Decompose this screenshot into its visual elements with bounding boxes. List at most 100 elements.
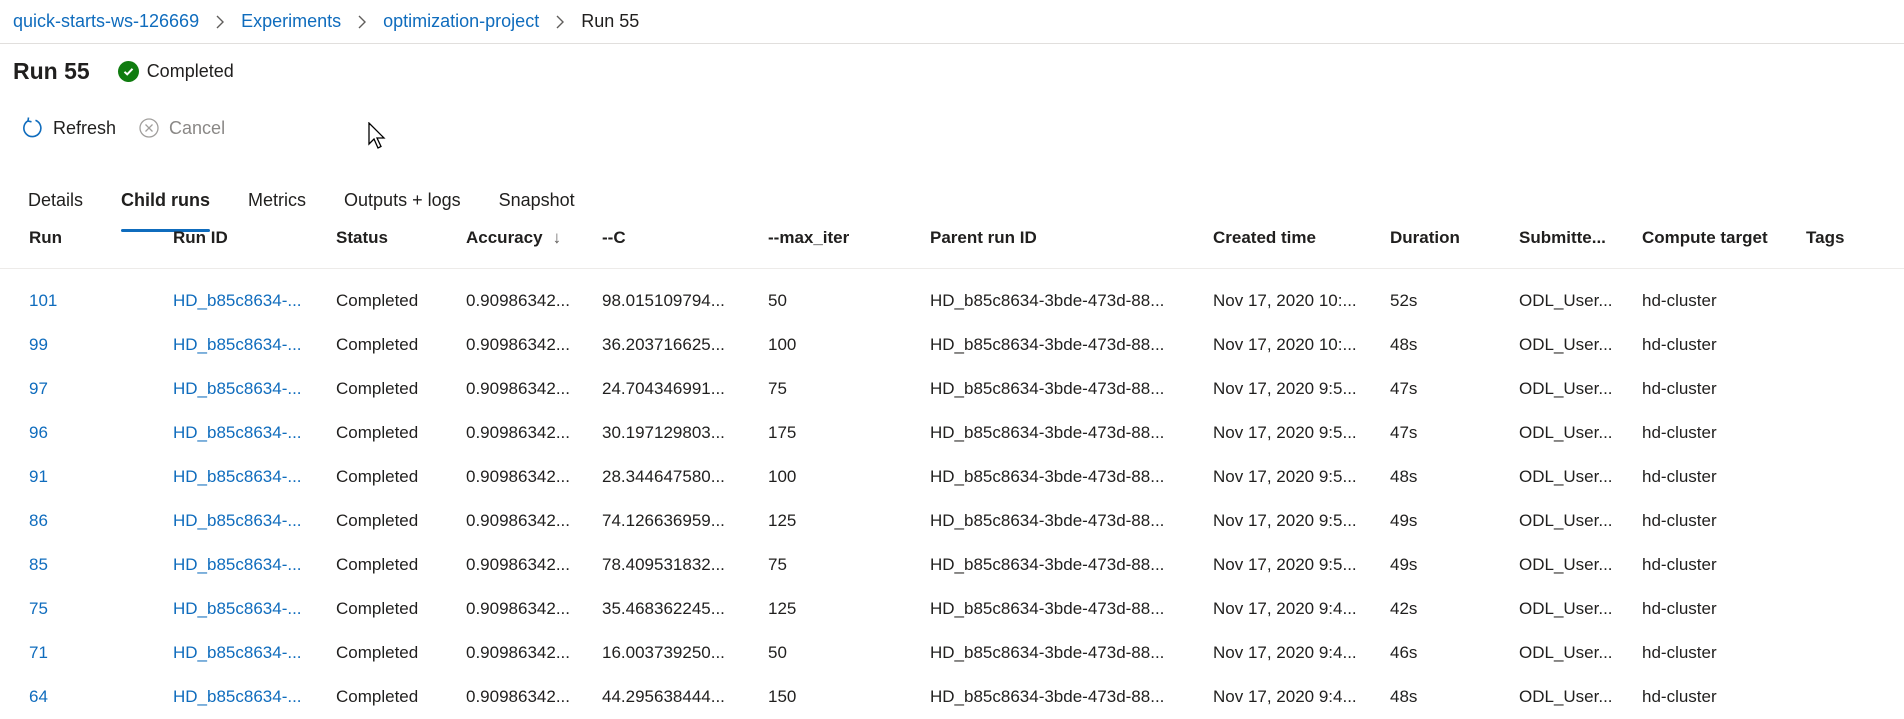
page-title: Run 55 (13, 58, 90, 84)
run-id-link[interactable]: HD_b85c8634-... (173, 367, 302, 411)
run-number-link[interactable]: 64 (29, 675, 48, 719)
parent-run-id-cell: HD_b85c8634-3bde-473d-88... (930, 511, 1165, 530)
accuracy-cell: 0.90986342... (466, 511, 570, 530)
run-number-link[interactable]: 97 (29, 367, 48, 411)
run-id-link[interactable]: HD_b85c8634-... (173, 675, 302, 719)
created-time-cell: Nov 17, 2020 9:5... (1213, 555, 1357, 574)
table-row[interactable]: 71 HD_b85c8634-... Completed 0.90986342... 1… (0, 631, 1904, 675)
toolbar: Refresh Cancel (20, 116, 247, 140)
created-time-cell: Nov 17, 2020 10:... (1213, 291, 1357, 310)
run-number-link[interactable]: 91 (29, 455, 48, 499)
cancel-icon (138, 117, 160, 139)
run-id-link[interactable]: HD_b85c8634-... (173, 323, 302, 367)
accuracy-cell: 0.90986342... (466, 379, 570, 398)
parent-run-id-cell: HD_b85c8634-3bde-473d-88... (930, 555, 1165, 574)
table-row[interactable]: 96 HD_b85c8634-... Completed 0.90986342... 3… (0, 411, 1904, 455)
run-number-link[interactable]: 101 (29, 279, 57, 323)
table-row[interactable]: 97 HD_b85c8634-... Completed 0.90986342... 2… (0, 367, 1904, 411)
created-time-cell: Nov 17, 2020 9:4... (1213, 643, 1357, 662)
column-header-duration[interactable]: Duration (1390, 226, 1460, 270)
refresh-button[interactable]: Refresh (20, 116, 116, 140)
run-number-link[interactable]: 86 (29, 499, 48, 543)
table-row[interactable]: 86 HD_b85c8634-... Completed 0.90986342... 7… (0, 499, 1904, 543)
run-id-link[interactable]: HD_b85c8634-... (173, 411, 302, 455)
submitted-by-cell: ODL_User... (1519, 687, 1613, 706)
column-header-c[interactable]: --C (602, 226, 626, 270)
breadcrumb-project-link[interactable]: optimization-project (383, 11, 539, 32)
run-number-link[interactable]: 71 (29, 631, 48, 675)
refresh-icon (20, 116, 44, 140)
duration-cell: 47s (1390, 379, 1418, 398)
c-value-cell: 16.003739250... (602, 643, 725, 662)
accuracy-cell: 0.90986342... (466, 687, 570, 706)
cancel-label: Cancel (169, 117, 226, 138)
duration-cell: 52s (1390, 291, 1418, 310)
compute-target-cell: hd-cluster (1642, 379, 1717, 398)
column-header-parent-run-id[interactable]: Parent run ID (930, 226, 1037, 270)
breadcrumb: quick-starts-ws-126669 Experiments optim… (0, 0, 1904, 44)
max-iter-cell: 75 (768, 555, 787, 574)
compute-target-cell: hd-cluster (1642, 555, 1717, 574)
accuracy-cell: 0.90986342... (466, 335, 570, 354)
title-row: Run 55 Completed (13, 58, 234, 85)
max-iter-cell: 100 (768, 335, 797, 354)
chevron-right-icon (555, 15, 565, 29)
column-header-accuracy-label: Accuracy (466, 228, 543, 247)
run-id-link[interactable]: HD_b85c8634-... (173, 279, 302, 323)
breadcrumb-experiments-link[interactable]: Experiments (241, 11, 341, 32)
parent-run-id-cell: HD_b85c8634-3bde-473d-88... (930, 599, 1165, 618)
c-value-cell: 28.344647580... (602, 467, 725, 486)
table-row[interactable]: 85 HD_b85c8634-... Completed 0.90986342... 7… (0, 543, 1904, 587)
column-header-run[interactable]: Run (29, 226, 62, 270)
compute-target-cell: hd-cluster (1642, 511, 1717, 530)
duration-cell: 48s (1390, 467, 1418, 486)
table-row[interactable]: 91 HD_b85c8634-... Completed 0.90986342... 2… (0, 455, 1904, 499)
column-header-submitted-by[interactable]: Submitte... (1519, 226, 1606, 270)
submitted-by-cell: ODL_User... (1519, 423, 1613, 442)
compute-target-cell: hd-cluster (1642, 467, 1717, 486)
column-header-max-iter[interactable]: --max_iter (768, 226, 849, 270)
status-cell: Completed (336, 379, 419, 398)
submitted-by-cell: ODL_User... (1519, 379, 1613, 398)
status-cell: Completed (336, 335, 419, 354)
sort-descending-icon: ↓ (552, 228, 562, 247)
cancel-button[interactable]: Cancel (138, 117, 225, 139)
column-header-accuracy[interactable]: Accuracy ↓ (466, 226, 561, 270)
run-id-link[interactable]: HD_b85c8634-... (173, 455, 302, 499)
table-row[interactable]: 101 HD_b85c8634-... Completed 0.90986342...… (0, 279, 1904, 323)
column-header-compute-target[interactable]: Compute target (1642, 226, 1768, 270)
run-id-link[interactable]: HD_b85c8634-... (173, 587, 302, 631)
column-header-created-time[interactable]: Created time (1213, 226, 1316, 270)
parent-run-id-cell: HD_b85c8634-3bde-473d-88... (930, 423, 1165, 442)
status-cell: Completed (336, 511, 419, 530)
duration-cell: 49s (1390, 511, 1418, 530)
run-id-link[interactable]: HD_b85c8634-... (173, 499, 302, 543)
column-header-run-id[interactable]: Run ID (173, 226, 228, 270)
parent-run-id-cell: HD_b85c8634-3bde-473d-88... (930, 335, 1165, 354)
accuracy-cell: 0.90986342... (466, 643, 570, 662)
accuracy-cell: 0.90986342... (466, 599, 570, 618)
accuracy-cell: 0.90986342... (466, 291, 570, 310)
run-id-link[interactable]: HD_b85c8634-... (173, 543, 302, 587)
c-value-cell: 30.197129803... (602, 423, 725, 442)
column-header-tags[interactable]: Tags (1806, 226, 1844, 270)
chevron-right-icon (357, 15, 367, 29)
table-row[interactable]: 64 HD_b85c8634-... Completed 0.90986342... 4… (0, 675, 1904, 719)
breadcrumb-workspace-link[interactable]: quick-starts-ws-126669 (13, 11, 199, 32)
run-number-link[interactable]: 75 (29, 587, 48, 631)
table-row[interactable]: 99 HD_b85c8634-... Completed 0.90986342... 3… (0, 323, 1904, 367)
run-number-link[interactable]: 99 (29, 323, 48, 367)
created-time-cell: Nov 17, 2020 9:4... (1213, 599, 1357, 618)
max-iter-cell: 125 (768, 511, 797, 530)
run-number-link[interactable]: 85 (29, 543, 48, 587)
run-id-link[interactable]: HD_b85c8634-... (173, 631, 302, 675)
breadcrumb-current: Run 55 (581, 11, 640, 31)
max-iter-cell: 50 (768, 291, 787, 310)
c-value-cell: 74.126636959... (602, 511, 725, 530)
c-value-cell: 24.704346991... (602, 379, 725, 398)
duration-cell: 47s (1390, 423, 1418, 442)
accuracy-cell: 0.90986342... (466, 467, 570, 486)
table-row[interactable]: 75 HD_b85c8634-... Completed 0.90986342... 3… (0, 587, 1904, 631)
column-header-status[interactable]: Status (336, 226, 388, 270)
run-number-link[interactable]: 96 (29, 411, 48, 455)
